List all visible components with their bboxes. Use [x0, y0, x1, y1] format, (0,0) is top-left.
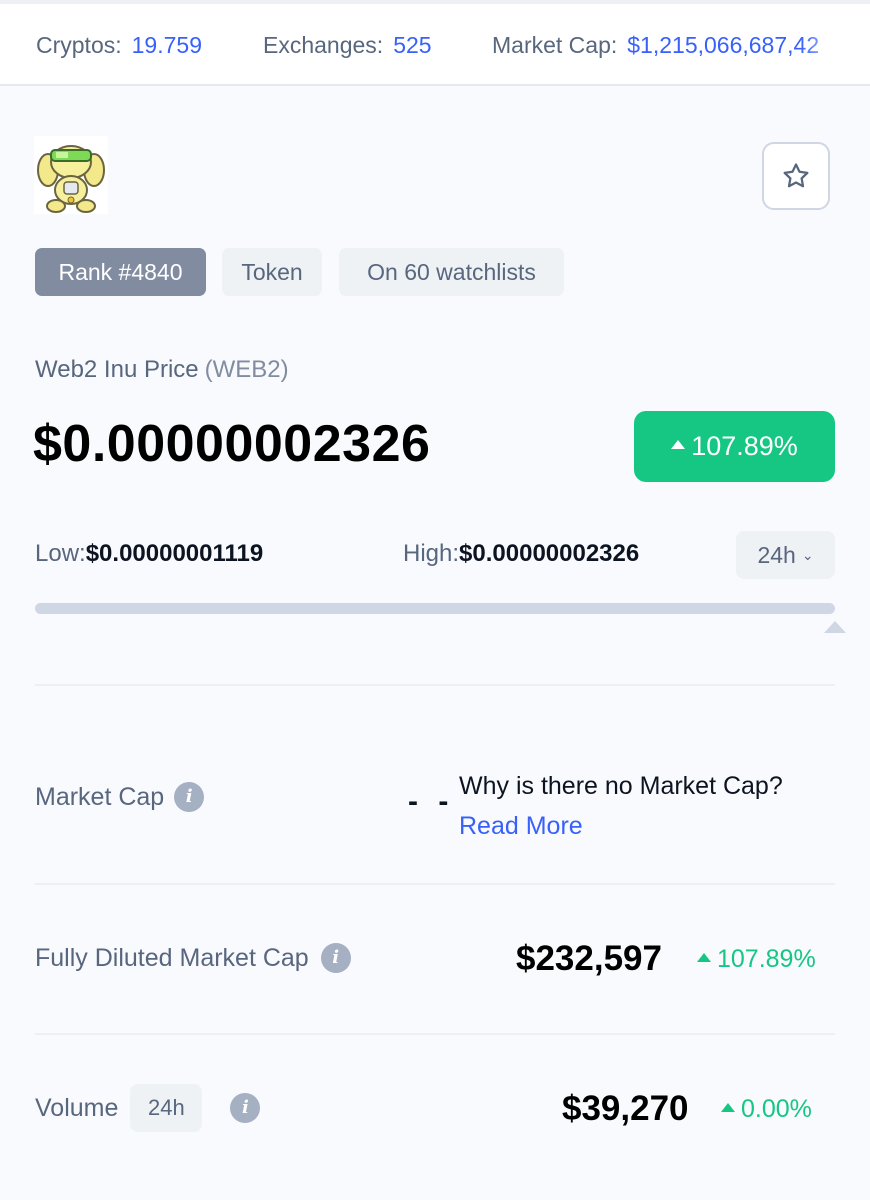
price-range-bar: [35, 603, 835, 614]
low-label: Low:: [35, 540, 86, 567]
price-change-value: 107.89%: [691, 431, 798, 461]
token-type-tag: Token: [222, 248, 322, 296]
divider: [35, 1033, 835, 1035]
global-stats-bar: Cryptos: 19.759 Exchanges: 525 Market Cap:…: [0, 0, 870, 86]
exchanges-stat[interactable]: Exchanges: 525: [263, 32, 432, 59]
coin-detail-page: Cryptos: 19.759 Exchanges: 525 Market Cap:…: [0, 0, 870, 1200]
fdmc-row-label: Fully Diluted Market Cap i: [35, 943, 351, 973]
volume-change-value: 0.00%: [741, 1095, 812, 1123]
volume-change: 0.00%: [721, 1095, 812, 1124]
volume-row-title: Volume: [35, 1093, 119, 1122]
high-price: High:$0.00000002326: [403, 540, 639, 568]
period-value: 24h: [757, 542, 796, 568]
high-label: High:: [403, 540, 460, 567]
rank-tag: Rank #4840: [35, 248, 206, 296]
cryptos-label: Cryptos:: [36, 32, 122, 58]
market-cap-row-title: Market Cap: [35, 782, 165, 811]
cryptos-value[interactable]: 19.759: [132, 32, 202, 58]
market-cap-label: Market Cap:: [492, 32, 618, 58]
exchanges-value[interactable]: 525: [393, 32, 431, 58]
caret-up-icon: [671, 440, 686, 450]
market-cap-row-label: Market Cap i: [35, 782, 205, 812]
info-icon[interactable]: i: [174, 782, 205, 812]
coin-symbol: (WEB2): [204, 356, 289, 383]
fdmc-value: $232,597: [516, 939, 662, 978]
divider: [35, 684, 835, 686]
volume-value: $39,270: [562, 1089, 689, 1128]
caret-up-icon: [721, 1102, 735, 1112]
market-cap-empty-value: - -: [408, 785, 455, 818]
caret-up-icon: [824, 621, 846, 633]
period-select[interactable]: 24h ⌄: [736, 531, 835, 579]
price-label: Web2 Inu Price: [35, 356, 199, 383]
high-value: $0.00000002326: [459, 540, 640, 567]
chevron-down-icon: ⌄: [801, 547, 814, 563]
divider: [35, 883, 835, 885]
exchanges-label: Exchanges:: [263, 32, 384, 58]
fdmc-row-title: Fully Diluted Market Cap: [35, 943, 309, 972]
coin-logo: [34, 136, 108, 214]
price-range-fill: [35, 603, 835, 614]
caret-up-icon: [697, 952, 711, 962]
read-more-link[interactable]: Read More: [459, 812, 583, 841]
volume-row-label: Volume 24h i: [35, 1084, 261, 1132]
fdmc-change-value: 107.89%: [717, 945, 816, 973]
low-price: Low:$0.00000001119: [35, 540, 263, 568]
market-cap-stat[interactable]: Market Cap: $1,215,066,687,42: [492, 32, 819, 59]
low-value: $0.00000001119: [85, 540, 264, 567]
watchlists-tag: On 60 watchlists: [339, 248, 564, 296]
web2-inu-logo-icon: [34, 136, 108, 214]
no-market-cap-question: Why is there no Market Cap?: [459, 772, 783, 800]
cryptos-stat[interactable]: Cryptos: 19.759: [36, 32, 202, 59]
info-icon[interactable]: i: [230, 1093, 261, 1123]
market-cap-value[interactable]: $1,215,066,687,42: [627, 32, 819, 58]
add-to-watchlist-button[interactable]: [762, 142, 830, 210]
volume-period-chip[interactable]: 24h: [130, 1084, 203, 1132]
price-heading: Web2 Inu Price (WEB2): [35, 356, 289, 384]
info-icon[interactable]: i: [320, 943, 351, 973]
fdmc-change: 107.89%: [697, 945, 816, 974]
price-change-badge: 107.89%: [634, 411, 835, 482]
star-outline-icon: [783, 163, 809, 188]
current-price: $0.00000002326: [33, 415, 431, 473]
stats-bar-fade: [800, 4, 870, 84]
